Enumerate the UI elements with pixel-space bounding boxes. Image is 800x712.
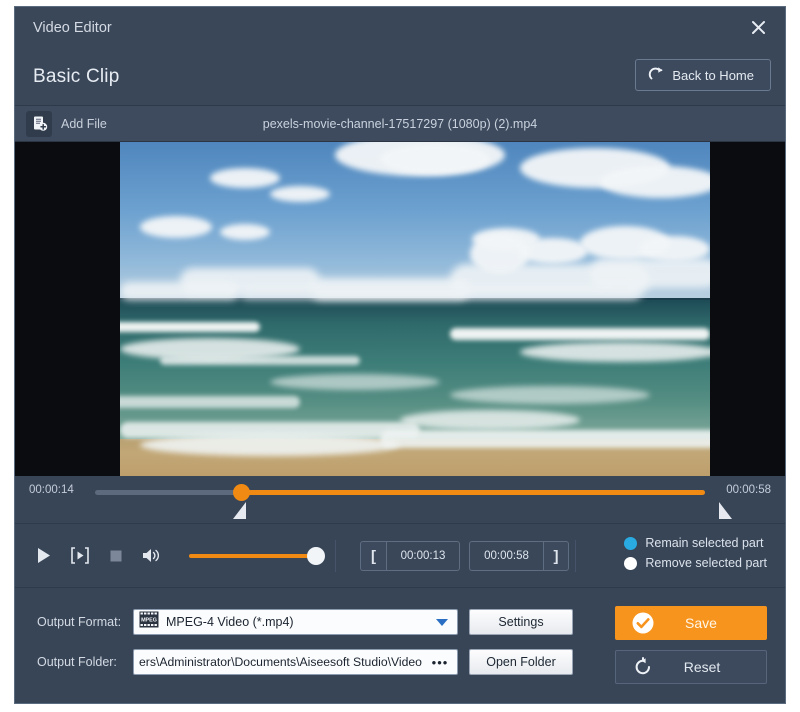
play-icon[interactable] [37,547,51,564]
output-folder-value: ers\Administrator\Documents\Aiseesoft St… [139,655,422,669]
cloud [380,144,490,174]
divider [575,540,576,572]
stop-icon[interactable] [109,549,123,563]
radio-dot-icon [624,556,638,570]
timeline-start-time: 00:00:14 [29,484,74,496]
save-label: Save [685,615,717,631]
speaker-icon[interactable] [142,547,162,564]
back-to-home-button[interactable]: Back to Home [635,59,771,91]
option-label: Remain selected part [645,536,764,550]
mpeg-film-icon: MPEG [139,611,159,633]
check-circle-icon [631,611,655,635]
volume-slider[interactable] [189,546,325,565]
option-label: Remove selected part [645,556,767,570]
selection-mode-options: Remain selected part Remove selected par… [624,536,767,570]
option-remain-selected-part[interactable]: Remain selected part [624,536,767,550]
cloud [140,216,212,238]
frame-step-icon[interactable] [70,547,90,564]
clip-end-input[interactable]: 00:00:58 [469,541,543,571]
output-folder-input[interactable]: ers\Administrator\Documents\Aiseesoft St… [133,649,458,675]
timeline-playhead[interactable] [233,484,251,501]
output-folder-label: Output Folder: [37,655,117,669]
wave-foam [380,430,710,448]
close-icon[interactable] [741,12,775,42]
add-file-icon [26,110,52,137]
current-filename: pexels-movie-channel-17517297 (1080p) (2… [262,116,538,131]
timeline-slider[interactable] [95,484,705,501]
open-folder-button[interactable]: Open Folder [469,649,573,675]
chevron-down-icon [436,619,448,626]
video-frame [120,142,710,476]
trim-end-handle[interactable] [719,502,732,519]
output-format-label: Output Format: [37,615,122,629]
browse-folder-button[interactable]: ••• [429,653,451,672]
volume-knob[interactable] [307,546,325,565]
page-title: Basic Clip [33,66,120,87]
output-folder-row: Output Folder: ers\Administrator\Documen… [37,649,573,675]
output-format-value: MPEG-4 Video (*.mp4) [166,615,294,629]
set-end-bracket-button[interactable]: ] [543,541,569,571]
wave-foam [120,322,260,332]
cloud [270,186,330,202]
clip-start-input[interactable]: 00:00:13 [386,541,460,571]
wave-foam [400,410,580,430]
wave-foam [450,328,710,340]
back-to-home-label: Back to Home [672,67,754,83]
divider [335,540,336,572]
wave-foam [120,396,300,408]
svg-text:MPEG: MPEG [141,618,157,624]
cloud [210,168,280,188]
playback-controls: [ 00:00:13 00:00:58 ] Remain selected pa… [15,524,785,588]
wave-foam [140,434,400,456]
output-format-row: Output Format: MPEG MPEG-4 Video (*.mp4)… [37,609,573,635]
page-header: Basic Clip Back to Home [15,49,785,106]
output-panel: Output Format: MPEG MPEG-4 Video (*.mp4)… [15,588,785,703]
wave-foam [520,342,710,362]
video-preview[interactable] [15,142,785,476]
timeline-bar: 00:00:14 00:00:58 [15,476,785,524]
cloud-band [240,286,640,300]
reset-label: Reset [683,659,721,675]
file-bar: Add File pexels-movie-channel-17517297 (… [15,106,785,142]
option-remove-selected-part[interactable]: Remove selected part [624,556,767,570]
cloud [600,166,710,198]
clip-range-inputs: [ 00:00:13 00:00:58 ] [360,541,569,571]
add-file-label: Add File [61,116,107,131]
timeline-end-time: 00:00:58 [726,484,771,496]
timeline-selected-range [241,490,705,495]
output-format-select[interactable]: MPEG MPEG-4 Video (*.mp4) [133,609,458,635]
save-button[interactable]: Save [615,606,767,640]
cloud [518,238,588,264]
video-editor-window: Video Editor Basic Clip Back to Home Add… [14,6,786,704]
reset-button[interactable]: Reset [615,650,767,684]
trim-start-handle[interactable] [233,502,246,519]
wave-foam [450,386,650,404]
settings-button[interactable]: Settings [469,609,573,635]
cloud-band [120,282,240,300]
add-file-button[interactable]: Add File [26,110,107,137]
redo-arrow-icon [648,66,664,84]
wave-foam [270,374,440,390]
cloud-band [590,258,710,288]
refresh-ccw-icon [632,656,654,678]
title-bar: Video Editor [15,7,785,49]
radio-dot-icon [624,536,638,550]
cloud [220,224,270,240]
wave-foam [160,356,360,365]
window-title: Video Editor [33,20,112,36]
set-start-bracket-button[interactable]: [ [360,541,386,571]
